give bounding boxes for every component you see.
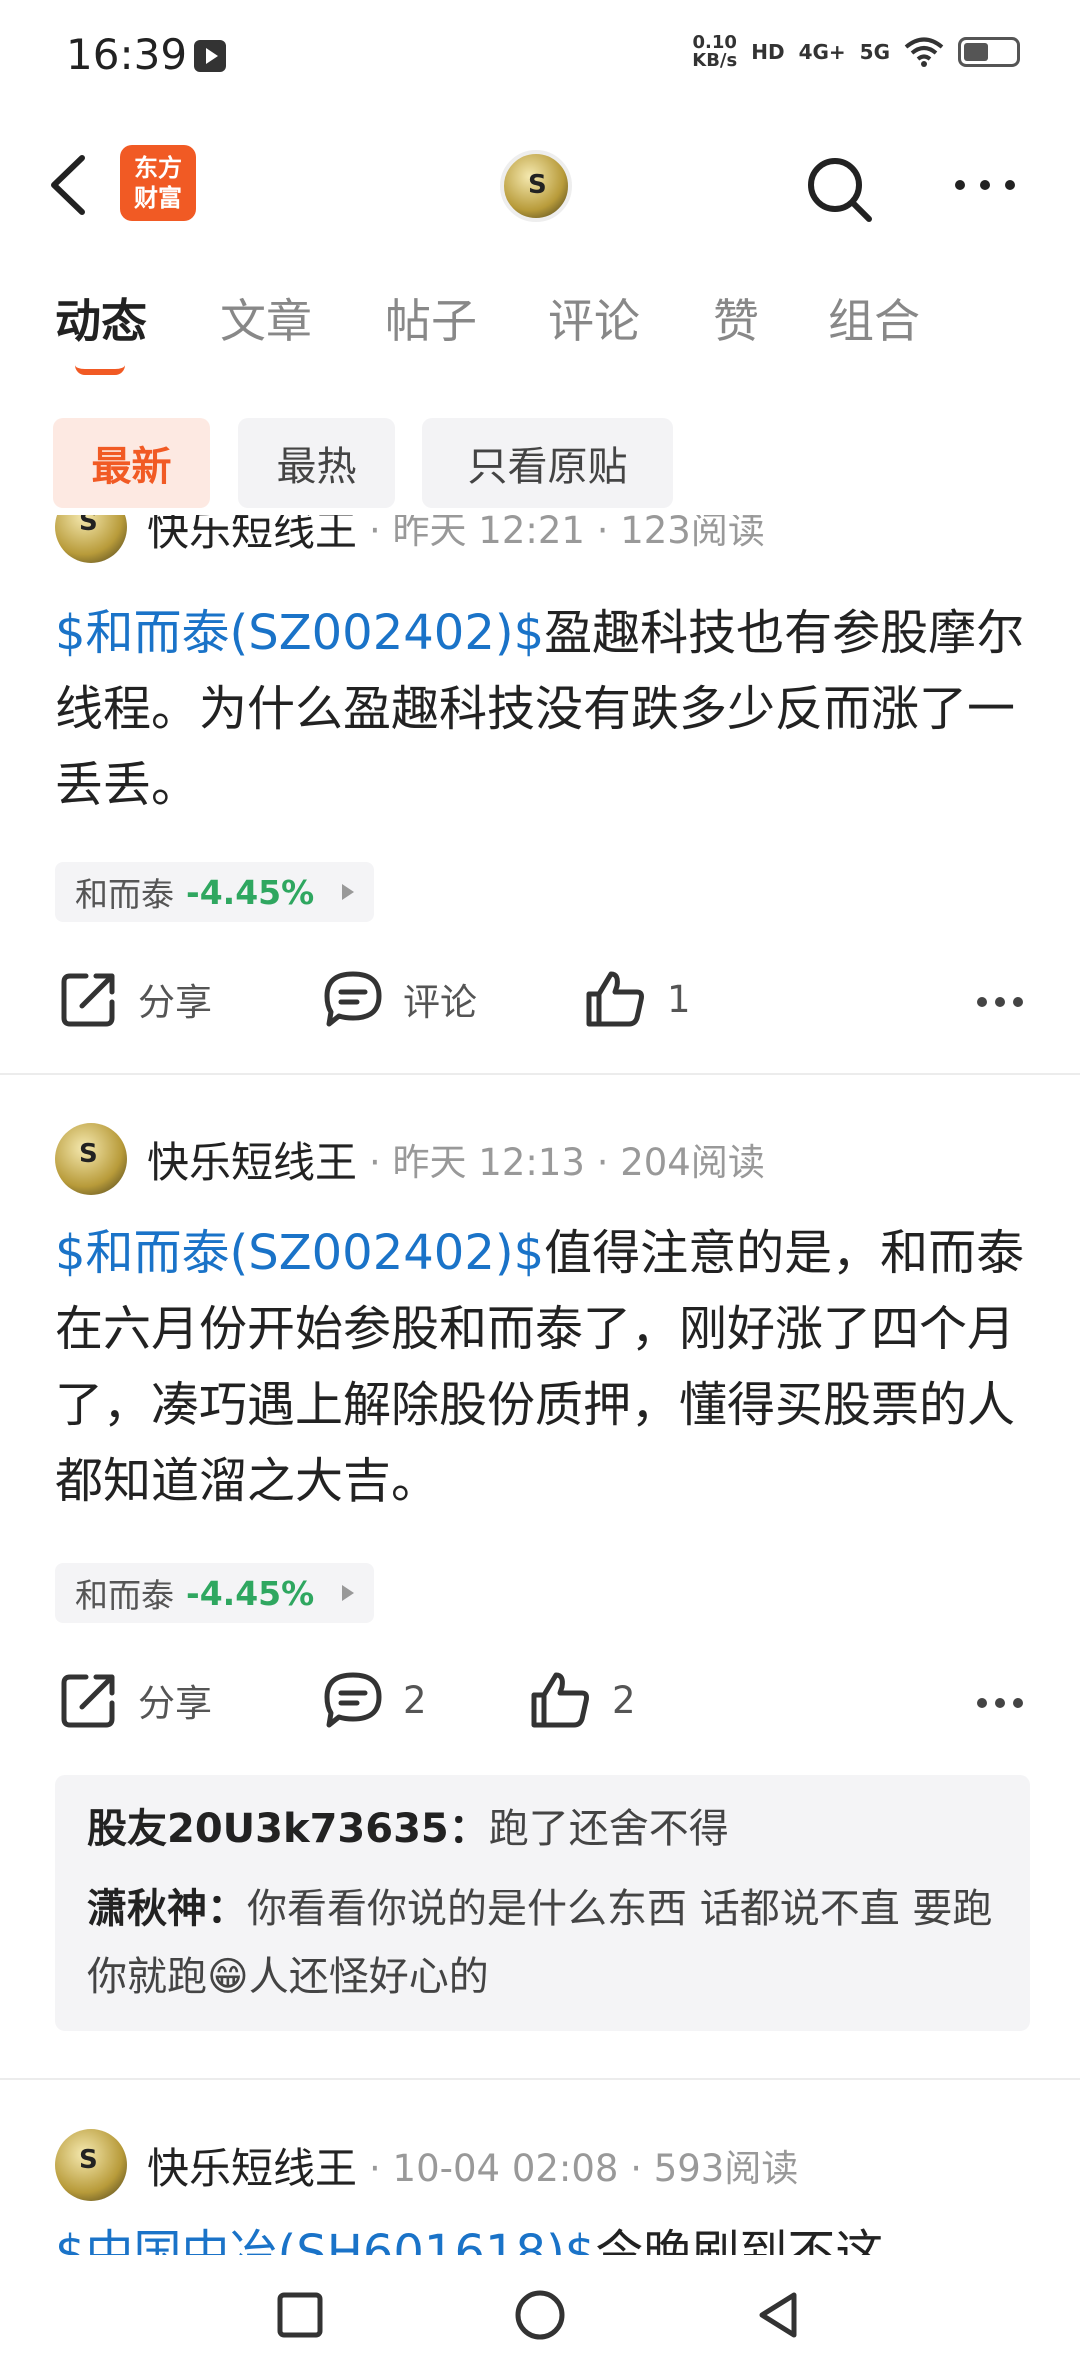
like-button[interactable]: 1 (585, 970, 691, 1028)
share-icon (61, 973, 115, 1027)
author-name[interactable]: 快乐短线王 (147, 1129, 357, 1190)
filter-original-only[interactable]: 只看原贴 (422, 418, 673, 508)
post-meta: · 昨天 12:13 · 204阅读 (369, 1141, 765, 1184)
comment-item[interactable]: 潇秋神：你看看你说的是什么东西 话都说不直 要跑你就跑😁人还怪好心的 (87, 1875, 998, 2011)
share-button[interactable]: 分享 (60, 1671, 212, 1729)
author-avatar[interactable] (55, 515, 127, 563)
stock-link[interactable]: $和而泰(SZ002402)$ (55, 1225, 544, 1281)
wifi-icon (904, 37, 944, 67)
author-name[interactable]: 快乐短线王 (147, 515, 357, 558)
comment-icon (324, 971, 382, 1027)
comment-text: 跑了还舍不得 (488, 1806, 729, 1852)
system-nav-bar (0, 2255, 1080, 2376)
home-icon[interactable] (510, 2285, 570, 2345)
post-text[interactable]: $和而泰(SZ002402)$盈趣科技也有参股摩尔线程。为什么盈趣科技没有跌多少… (55, 595, 1035, 823)
like-button[interactable]: 2 (530, 1671, 636, 1729)
share-label: 分享 (138, 981, 212, 1024)
tab-posts[interactable]: 帖子 (385, 285, 477, 351)
comment-icon (324, 1672, 382, 1728)
app-logo[interactable]: 东方 财富 (120, 145, 196, 221)
post-meta: · 昨天 12:21 · 123阅读 (369, 515, 765, 552)
post-text[interactable]: $中国中冶(SH601618)$今晚刷到不这 (55, 2215, 1035, 2255)
post-divider (0, 2078, 1080, 2080)
media-play-icon (194, 40, 226, 72)
stock-tag-change: -4.45% (186, 1573, 315, 1613)
stock-link[interactable]: $中国中冶(SH601618)$ (55, 2225, 595, 2255)
comment-item[interactable]: 股友20U3k73635：跑了还舍不得 (87, 1795, 998, 1863)
post-divider (0, 1073, 1080, 1075)
caret-right-icon (342, 1585, 355, 1601)
tab-portfolios[interactable]: 组合 (828, 285, 920, 351)
back-nav-icon[interactable] (750, 2285, 810, 2345)
comment-author[interactable]: 潇秋神： (87, 1886, 247, 1932)
post-more-icon[interactable] (975, 995, 1025, 1009)
like-count: 2 (612, 1678, 636, 1722)
post-text[interactable]: $和而泰(SZ002402)$值得注意的是，和而泰在六月份开始参股和而泰了，刚好… (55, 1215, 1035, 1519)
thumbs-up-icon (531, 1672, 589, 1728)
profile-avatar[interactable] (500, 150, 572, 222)
signal-4g-icon: 4G+ (798, 40, 846, 64)
logo-line2: 财富 (134, 184, 182, 212)
net-speed: 0.10 KB/s (692, 34, 737, 70)
like-count: 1 (667, 977, 691, 1021)
comment-button[interactable]: 2 (323, 1671, 427, 1729)
active-tab-indicator (75, 365, 125, 375)
logo-line1: 东方 (134, 154, 182, 182)
tab-likes[interactable]: 赞 (713, 285, 759, 351)
share-button[interactable]: 分享 (60, 970, 212, 1028)
app-header: 东方 财富 (0, 115, 1080, 255)
stock-tag[interactable]: 和而泰 -4.45% (55, 1563, 375, 1623)
status-time: 16:39 (66, 30, 188, 79)
signal-5g-icon: 5G (859, 40, 890, 64)
share-label: 分享 (138, 1682, 212, 1725)
author-row: 快乐短线王 · 昨天 12:13 · 204阅读 (55, 1119, 765, 1199)
tab-comments[interactable]: 评论 (548, 285, 640, 351)
status-indicators: 0.10 KB/s HD 4G+ 5G (692, 34, 1020, 70)
author-row: 快乐短线王 · 10-04 02:08 · 593阅读 (55, 2125, 798, 2205)
post-more-icon[interactable] (975, 1696, 1025, 1710)
stock-tag-name: 和而泰 (75, 1576, 174, 1615)
net-speed-unit: KB/s (692, 50, 738, 71)
recents-icon[interactable] (270, 2285, 330, 2345)
author-avatar[interactable] (55, 2129, 127, 2201)
comments-preview[interactable]: 股友20U3k73635：跑了还舍不得 潇秋神：你看看你说的是什么东西 话都说不… (55, 1775, 1030, 2031)
share-icon (61, 1674, 115, 1728)
battery-icon (958, 37, 1020, 67)
status-bar: 16:39 0.10 KB/s HD 4G+ 5G (0, 0, 1080, 115)
more-icon[interactable] (950, 170, 1020, 200)
author-row: 快乐短线王 · 昨天 12:21 · 123阅读 (55, 515, 765, 567)
stock-link[interactable]: $和而泰(SZ002402)$ (55, 605, 544, 661)
comment-author[interactable]: 股友20U3k73635： (87, 1806, 489, 1852)
tab-articles[interactable]: 文章 (220, 285, 312, 351)
thumbs-up-icon (586, 971, 644, 1027)
author-avatar[interactable] (55, 1123, 127, 1195)
filter-hot[interactable]: 最热 (238, 418, 395, 508)
comment-count: 2 (403, 1678, 427, 1722)
profile-tabs: 动态 文章 帖子 评论 赞 组合 (0, 285, 1080, 375)
filter-latest[interactable]: 最新 (53, 418, 210, 508)
author-name[interactable]: 快乐短线王 (147, 2135, 357, 2196)
comment-label: 评论 (403, 981, 477, 1024)
comment-button[interactable]: 评论 (323, 970, 477, 1028)
caret-right-icon (342, 884, 355, 900)
back-icon[interactable] (40, 150, 100, 220)
hd-badge: HD (751, 40, 785, 64)
stock-tag-change: -4.45% (186, 872, 315, 912)
stock-tag-name: 和而泰 (75, 875, 174, 914)
feed[interactable]: 快乐短线王 · 昨天 12:21 · 123阅读 $和而泰(SZ002402)$… (0, 515, 1080, 2255)
post-body: 今晚刷到不这 (595, 2225, 884, 2255)
stock-tag[interactable]: 和而泰 -4.45% (55, 862, 375, 922)
post-meta: · 10-04 02:08 · 593阅读 (369, 2147, 799, 2190)
tab-dynamic[interactable]: 动态 (55, 285, 147, 351)
search-icon[interactable] (805, 155, 875, 225)
